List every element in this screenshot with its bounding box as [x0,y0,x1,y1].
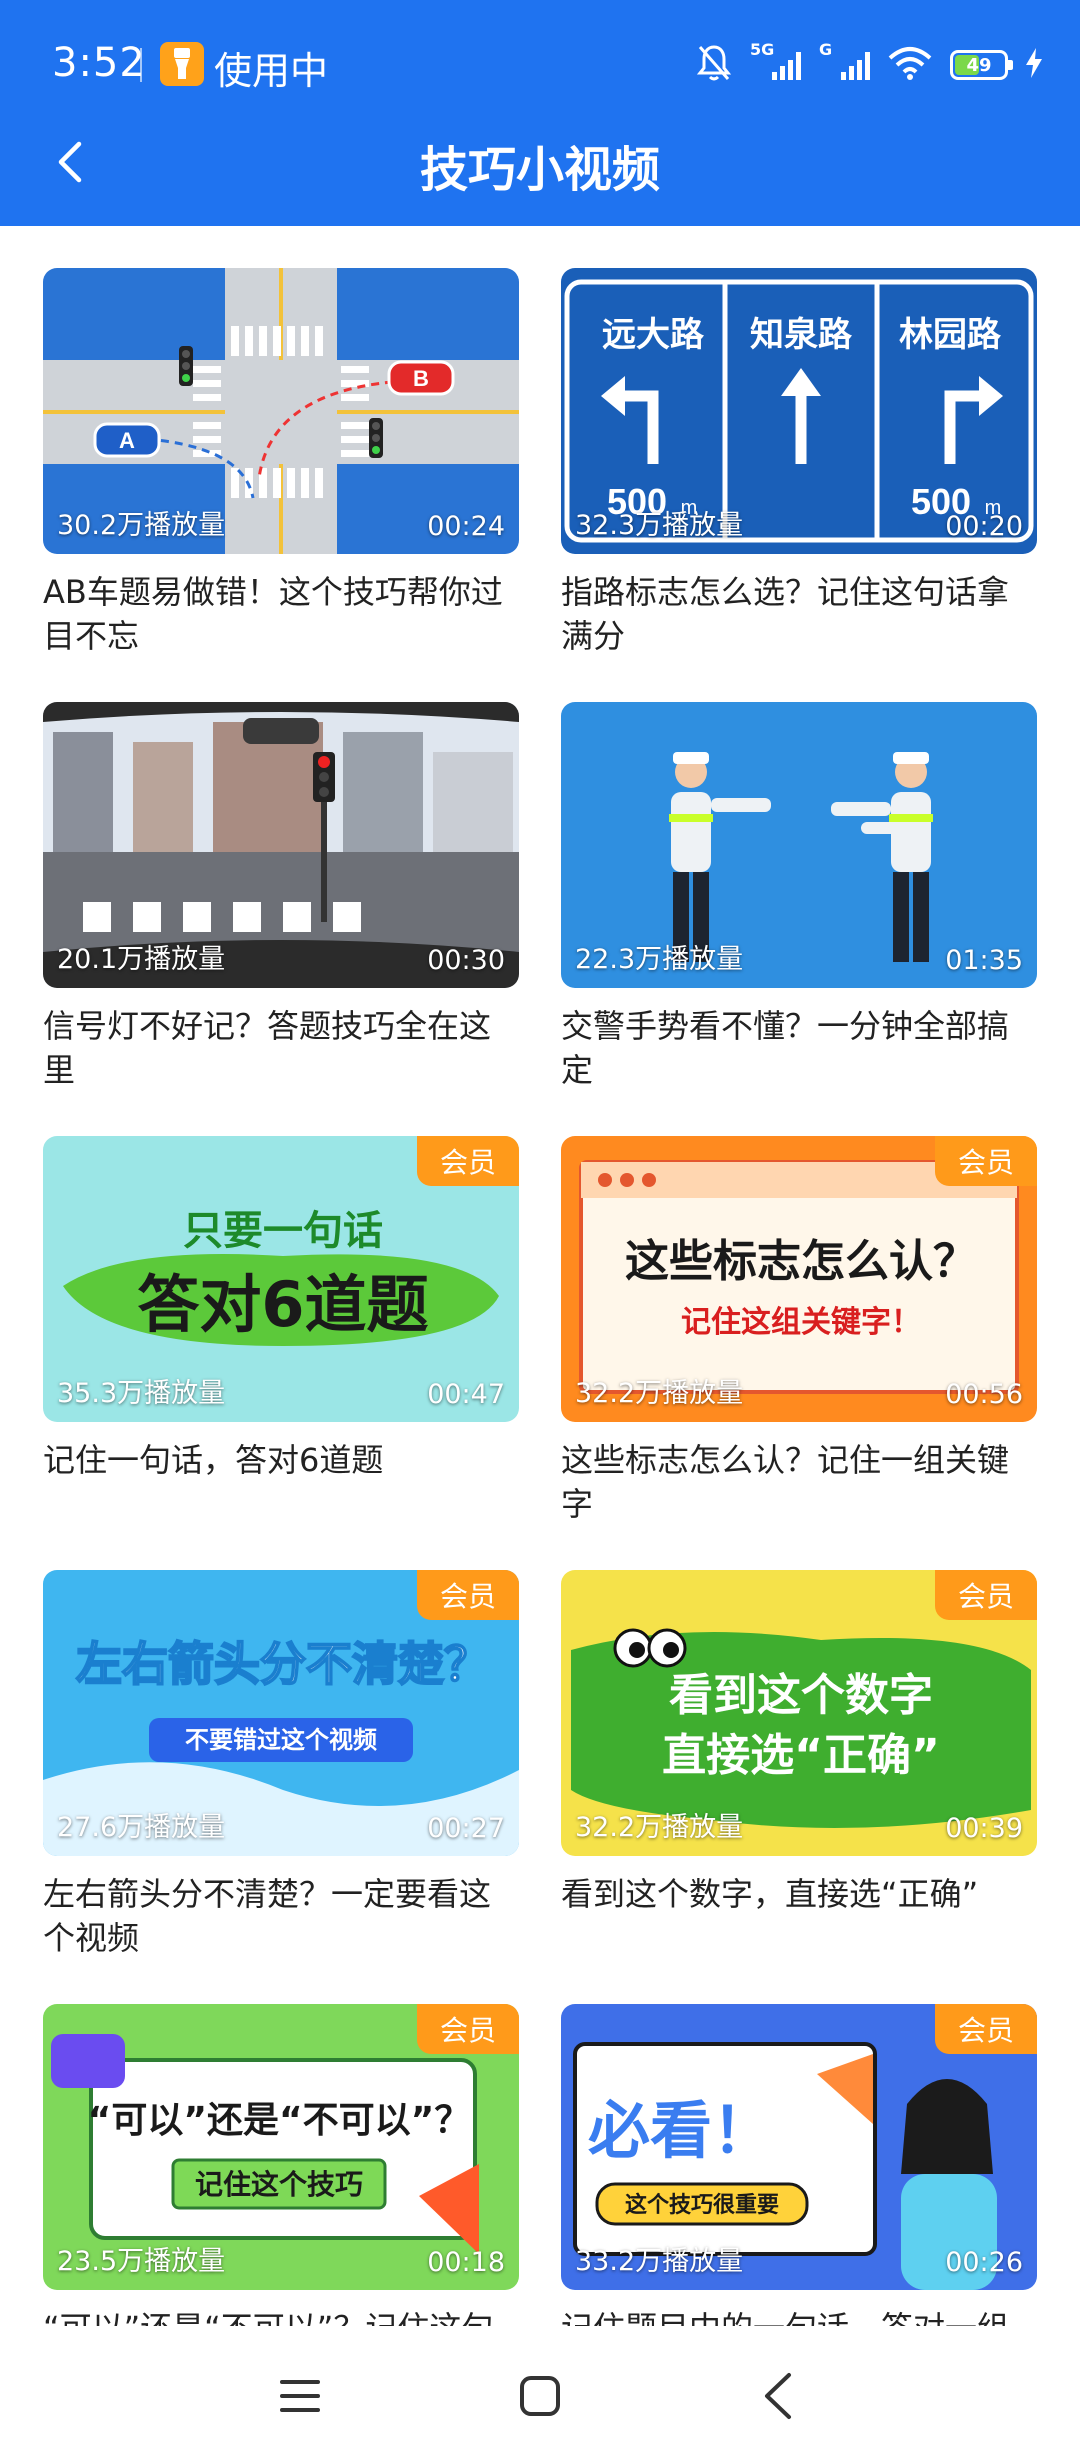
status-icons: 5G G 49 [696,40,1042,90]
battery-level-text: 49 [966,54,992,76]
play-count: 32.3万播放量 [575,510,744,541]
car-b-label: B [413,366,429,391]
art-headline: 看到这个数字 [669,1670,933,1721]
video-thumbnail[interactable]: 22.3万播放量 01:35 [561,702,1037,988]
vip-badge: 会员 [935,1136,1037,1186]
system-nav-bar [0,2326,1080,2460]
play-count: 35.3万播放量 [57,1378,226,1409]
art-headline: 只要一句话 [183,1208,383,1254]
art-headline: 左右箭头分不清楚？ [76,1637,490,1691]
play-count: 32.2万播放量 [575,1378,744,1409]
menu-icon [280,2380,320,2412]
video-thumbnail[interactable]: 看到这个数字 直接选“正确” 会员 32.2万播放量 00:39 [561,1570,1037,1856]
flashlight-icon [160,42,204,86]
video-duration: 00:30 [427,945,505,976]
art-subline: 答对6道题 [137,1268,428,1341]
video-thumbnail[interactable]: 只要一句话 答对6道题 会员 35.3万播放量 00:47 [43,1136,519,1422]
video-duration: 00:56 [945,1379,1023,1410]
art-headline: “可以”还是“不可以”？ [88,2100,471,2141]
play-count: 23.5万播放量 [57,2246,226,2277]
video-thumbnail[interactable]: A B 30.2万播放量 00:24 [43,268,519,554]
video-card[interactable]: 看到这个数字 直接选“正确” 会员 32.2万播放量 00:39 看到这个数字，… [561,1570,1037,1916]
video-duration: 00:27 [427,1813,505,1844]
car-a-label: A [119,428,135,453]
sign-center-road: 知泉路 [750,315,853,355]
video-duration: 00:26 [945,2247,1023,2278]
video-duration: 00:20 [945,511,1023,542]
art-subline: 这个技巧很重要 [625,2192,779,2218]
play-count: 32.2万播放量 [575,1812,744,1843]
charging-bolt-icon [1026,48,1042,82]
video-title[interactable]: 左右箭头分不清楚？一定要看这个视频 [43,1872,519,1960]
page-title: 技巧小视频 [419,142,660,198]
video-thumbnail[interactable]: 这些标志怎么认？ 记住这组关键字！ 会员 32.2万播放量 00:56 [561,1136,1037,1422]
battery-icon: 49 [950,50,1013,80]
video-card[interactable]: A B 30.2万播放量 00:24 AB车题易做错！这个技巧帮你过目不忘 [43,268,519,658]
art-subline: 记住这组关键字！ [681,1305,921,1340]
play-count: 27.6万播放量 [57,1812,226,1843]
video-card[interactable]: “可以”还是“不可以”？ 记住这个技巧 会员 23.5万播放量 00:18 “可… [43,2004,519,2350]
video-title[interactable]: 交警手势看不懂？一分钟全部搞定 [561,1004,1037,1092]
art-headline: 这些标志怎么认？ [625,1236,977,1287]
top-app-bar: 3:52 使用中 5G G 49 技巧小视频 [0,0,1080,226]
video-title[interactable]: 这些标志怎么认？记住一组关键字 [561,1438,1037,1526]
video-duration: 01:35 [945,945,1023,976]
menu-button[interactable] [260,2356,340,2436]
video-card[interactable]: 远大路 知泉路 林园路 500 m 500 m 32.3万播放量 00:20 指… [561,268,1037,658]
signal-g-icon: G [819,40,870,80]
video-duration: 00:47 [427,1379,505,1410]
play-count: 33.2万播放量 [575,2246,744,2277]
video-card[interactable]: 这些标志怎么认？ 记住这组关键字！ 会员 32.2万播放量 00:56 这些标志… [561,1136,1037,1526]
mute-bell-icon [696,43,732,87]
signal-5g-icon: 5G [750,40,801,80]
video-duration: 00:39 [945,1813,1023,1844]
status-bar: 3:52 使用中 5G G 49 [0,0,1080,130]
video-card[interactable]: 20.1万播放量 00:30 信号灯不好记？答题技巧全在这里 [43,702,519,1092]
vip-badge: 会员 [417,1136,519,1186]
video-title[interactable]: 信号灯不好记？答题技巧全在这里 [43,1004,519,1092]
video-thumbnail[interactable]: 远大路 知泉路 林园路 500 m 500 m 32.3万播放量 00:20 [561,268,1037,554]
video-thumbnail[interactable]: 左右箭头分不清楚？ 不要错过这个视频 会员 27.6万播放量 00:27 [43,1570,519,1856]
system-back-button[interactable] [738,2356,818,2436]
video-thumbnail[interactable]: 20.1万播放量 00:30 [43,702,519,988]
video-duration: 00:18 [427,2247,505,2278]
art-headline: 必看！ [588,2094,774,2167]
art-subline: 不要错过这个视频 [185,1726,377,1754]
home-square-icon [520,2376,560,2416]
vip-badge: 会员 [935,1570,1037,1620]
video-card[interactable]: 左右箭头分不清楚？ 不要错过这个视频 会员 27.6万播放量 00:27 左右箭… [43,1570,519,1960]
sign-left-road: 远大路 [602,315,705,355]
app-in-use-label: 使用中 [214,49,329,93]
vip-badge: 会员 [417,1570,519,1620]
video-card[interactable]: 只要一句话 答对6道题 会员 35.3万播放量 00:47 记住一句话，答对6道… [43,1136,519,1482]
home-button[interactable] [500,2356,580,2436]
video-title[interactable]: 指路标志怎么选？记住这句话拿满分 [561,570,1037,658]
wifi-icon [888,46,932,84]
video-card[interactable]: 必看！ 这个技巧很重要 会员 33.2万播放量 00:26 记住题目中的一句话，… [561,2004,1037,2350]
video-title[interactable]: AB车题易做错！这个技巧帮你过目不忘 [43,570,519,658]
video-thumbnail[interactable]: “可以”还是“不可以”？ 记住这个技巧 会员 23.5万播放量 00:18 [43,2004,519,2290]
back-triangle-icon [765,2373,791,2419]
signal-5g-label: 5G [750,40,775,59]
art-subline: 记住这个技巧 [195,2168,363,2201]
vip-badge: 会员 [935,2004,1037,2054]
vip-badge: 会员 [417,2004,519,2054]
play-count: 22.3万播放量 [575,944,744,975]
video-title[interactable]: 记住一句话，答对6道题 [43,1438,519,1482]
status-divider [140,48,142,82]
status-time: 3:52 [52,40,146,86]
video-duration: 00:24 [427,511,505,542]
sign-right-road: 林园路 [899,315,1002,355]
signal-g-label: G [819,40,833,59]
play-count: 20.1万播放量 [57,944,226,975]
play-count: 30.2万播放量 [57,510,226,541]
art-subline: 直接选“正确” [662,1730,940,1781]
video-title[interactable]: 看到这个数字，直接选“正确” [561,1872,1037,1916]
video-thumbnail[interactable]: 必看！ 这个技巧很重要 会员 33.2万播放量 00:26 [561,2004,1037,2290]
video-card[interactable]: 22.3万播放量 01:35 交警手势看不懂？一分钟全部搞定 [561,702,1037,1092]
